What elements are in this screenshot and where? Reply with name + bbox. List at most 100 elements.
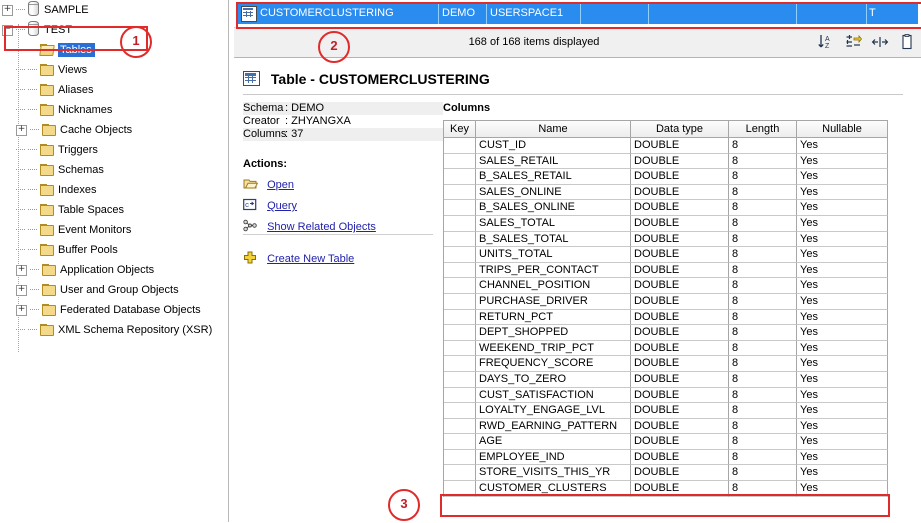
cell-key[interactable] [444, 231, 476, 248]
cell-length[interactable]: 8 [729, 465, 797, 482]
tree-item-indexes[interactable]: Indexes [0, 180, 228, 200]
cell-name[interactable]: AGE [476, 434, 631, 450]
col-sep-4[interactable] [648, 3, 649, 24]
filter-icon[interactable] [841, 30, 865, 54]
cell-name[interactable]: SALES_TOTAL [476, 215, 631, 232]
cell-key[interactable] [444, 371, 476, 388]
tree-item-label[interactable]: Nicknames [58, 104, 112, 116]
cell-datatype[interactable]: DOUBLE [631, 340, 729, 357]
cell-name[interactable]: FREQUENCY_SCORE [476, 356, 631, 372]
cell-length[interactable]: 8 [729, 434, 797, 450]
table-row[interactable]: LOYALTY_ENGAGE_LVL DOUBLE 8 Yes [444, 403, 888, 419]
tree-item-triggers[interactable]: Triggers [0, 140, 228, 160]
cell-nullable[interactable]: Yes [797, 293, 888, 310]
cell-length[interactable]: 8 [729, 309, 797, 326]
cell-datatype[interactable]: DOUBLE [631, 200, 729, 216]
table-row[interactable]: B_SALES_ONLINE DOUBLE 8 Yes [444, 200, 888, 216]
cell-datatype[interactable]: DOUBLE [631, 138, 729, 154]
cell-name[interactable]: DAYS_TO_ZERO [476, 371, 631, 388]
cell-nullable[interactable]: Yes [797, 387, 888, 404]
cell-nullable[interactable]: Yes [797, 309, 888, 326]
action-open-label[interactable]: Open [267, 179, 294, 191]
cell-name[interactable]: B_SALES_RETAIL [476, 169, 631, 185]
cell-length[interactable]: 8 [729, 325, 797, 341]
cell-length[interactable]: 8 [729, 200, 797, 216]
cell-key[interactable] [444, 184, 476, 201]
cell-nullable[interactable]: Yes [797, 449, 888, 466]
cell-length[interactable]: 8 [729, 403, 797, 419]
cell-key[interactable] [444, 356, 476, 372]
col-header-key[interactable]: Key [444, 121, 476, 138]
tree-item-label[interactable]: Aliases [58, 84, 93, 96]
table-row[interactable]: TRIPS_PER_CONTACT DOUBLE 8 Yes [444, 262, 888, 279]
cell-datatype[interactable]: DOUBLE [631, 309, 729, 326]
cell-key[interactable] [444, 153, 476, 170]
table-row[interactable]: EMPLOYEE_IND DOUBLE 8 Yes [444, 449, 888, 466]
sort-icon[interactable]: A Z [814, 30, 838, 54]
table-row[interactable]: B_SALES_RETAIL DOUBLE 8 Yes [444, 169, 888, 185]
cell-datatype[interactable]: DOUBLE [631, 293, 729, 310]
cell-length[interactable]: 8 [729, 387, 797, 404]
cell-length[interactable]: 8 [729, 293, 797, 310]
table-row[interactable]: SALES_ONLINE DOUBLE 8 Yes [444, 184, 888, 201]
cell-key[interactable] [444, 449, 476, 466]
tree-item-cache-objects[interactable]: + Cache Objects [0, 120, 228, 140]
cell-name[interactable]: LOYALTY_ENGAGE_LVL [476, 403, 631, 419]
col-sep-1[interactable] [438, 3, 439, 24]
cell-name[interactable]: STORE_VISITS_THIS_YR [476, 465, 631, 482]
tree-item-label[interactable]: Indexes [58, 184, 97, 196]
cell-datatype[interactable]: DOUBLE [631, 403, 729, 419]
cell-length[interactable]: 8 [729, 371, 797, 388]
action-open[interactable]: Open [243, 177, 294, 194]
cell-length[interactable]: 8 [729, 153, 797, 170]
tree-item-nicknames[interactable]: Nicknames [0, 100, 228, 120]
tree-item-event-monitors[interactable]: Event Monitors [0, 220, 228, 240]
tree-item-aliases[interactable]: Aliases [0, 80, 228, 100]
col-header-length[interactable]: Length [729, 121, 797, 138]
tree-item-tables[interactable]: Tables [0, 40, 228, 60]
col-header-name[interactable]: Name [476, 121, 631, 138]
cell-key[interactable] [444, 481, 476, 497]
cell-nullable[interactable]: Yes [797, 169, 888, 185]
cell-length[interactable]: 8 [729, 247, 797, 263]
object-name-cell[interactable]: CUSTOMERCLUSTERING [260, 3, 440, 24]
cell-nullable[interactable]: Yes [797, 184, 888, 201]
cell-nullable[interactable]: Yes [797, 247, 888, 263]
cell-name[interactable]: B_SALES_ONLINE [476, 200, 631, 216]
tree-item-label[interactable]: Table Spaces [58, 204, 124, 216]
cell-datatype[interactable]: DOUBLE [631, 481, 729, 497]
action-show-related-objects-label[interactable]: Show Related Objects [267, 221, 376, 233]
list-toolbar[interactable]: A Z [814, 30, 919, 55]
cell-key[interactable] [444, 278, 476, 294]
cell-length[interactable]: 8 [729, 262, 797, 279]
tree-item-views[interactable]: Views [0, 60, 228, 80]
object-list-selected-row[interactable]: CUSTOMERCLUSTERING DEMO USERSPACE1 T [238, 3, 918, 24]
cell-datatype[interactable]: DOUBLE [631, 465, 729, 482]
table-row[interactable]: PURCHASE_DRIVER DOUBLE 8 Yes [444, 293, 888, 310]
cell-datatype[interactable]: DOUBLE [631, 215, 729, 232]
cell-name[interactable]: PURCHASE_DRIVER [476, 293, 631, 310]
cell-datatype[interactable]: DOUBLE [631, 371, 729, 388]
tree-item-label[interactable]: Buffer Pools [58, 244, 118, 256]
table-row[interactable]: SALES_TOTAL DOUBLE 8 Yes [444, 215, 888, 232]
database-tree-panel[interactable]: + SAMPLE − TEST Tables Views Aliases Nicknames +… [0, 0, 228, 522]
tree-item-label[interactable]: SAMPLE [44, 4, 89, 16]
tree-item-label[interactable]: Tables [58, 43, 95, 58]
cell-datatype[interactable]: DOUBLE [631, 169, 729, 185]
cell-datatype[interactable]: DOUBLE [631, 153, 729, 170]
cell-datatype[interactable]: DOUBLE [631, 418, 729, 435]
cell-nullable[interactable]: Yes [797, 278, 888, 294]
col-sep-2[interactable] [486, 3, 487, 24]
table-row[interactable]: SALES_RETAIL DOUBLE 8 Yes [444, 153, 888, 170]
col-sep-5[interactable] [796, 3, 797, 24]
cell-key[interactable] [444, 434, 476, 450]
tree-item-user-and-group-objects[interactable]: + User and Group Objects [0, 280, 228, 300]
cell-datatype[interactable]: DOUBLE [631, 231, 729, 248]
table-row[interactable]: RWD_EARNING_PATTERN DOUBLE 8 Yes [444, 418, 888, 435]
cell-name[interactable]: TRIPS_PER_CONTACT [476, 262, 631, 279]
tree-item-xml-schema-repository-xsr[interactable]: XML Schema Repository (XSR) [0, 320, 228, 340]
col-sep-6[interactable] [866, 3, 867, 24]
cell-key[interactable] [444, 418, 476, 435]
cell-key[interactable] [444, 169, 476, 185]
action-create-new-table[interactable]: Create New Table [243, 251, 354, 268]
